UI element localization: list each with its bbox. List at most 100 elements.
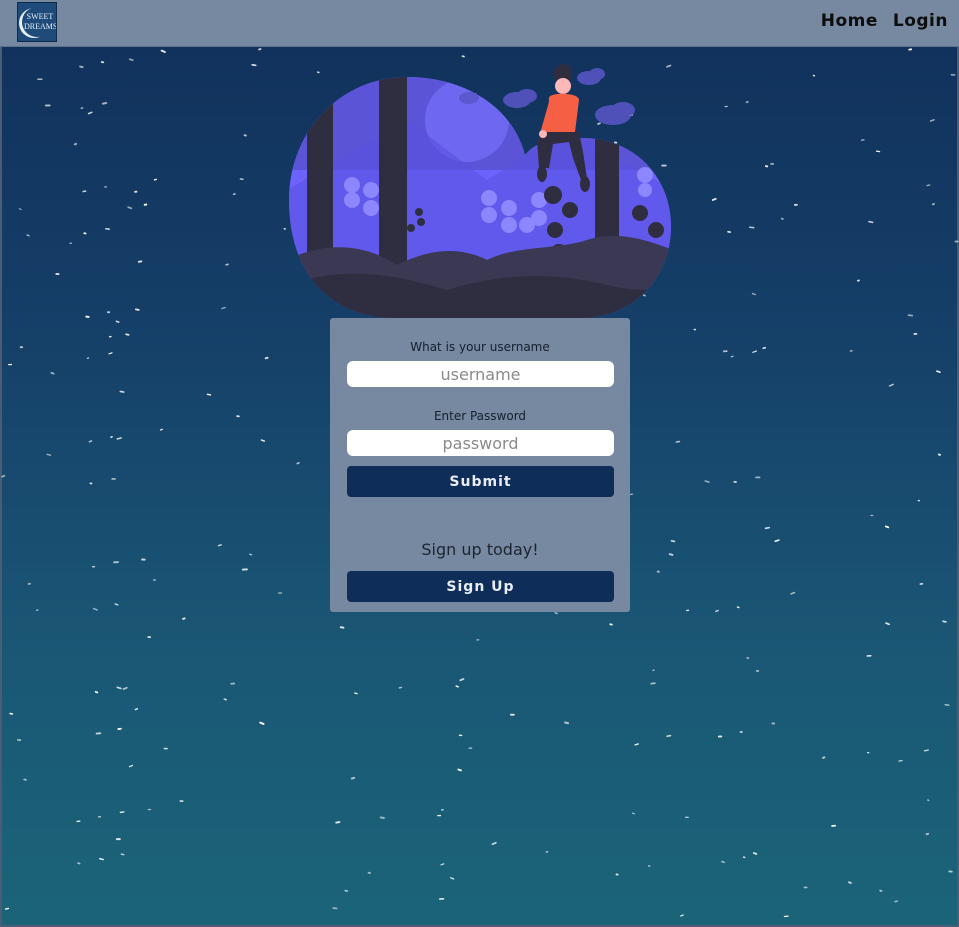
signup-button[interactable]: Sign Up [347,571,614,602]
star [868,220,874,224]
logo-text-line2: DREAMS [24,22,57,31]
navbar: SWEET DREAMS Home Login [0,0,959,47]
star [459,678,465,682]
star [450,877,455,880]
star [108,352,113,355]
star [564,721,570,725]
star [885,622,890,626]
star [98,857,104,861]
star [296,462,300,465]
star [764,526,770,530]
star [491,841,497,846]
star [350,776,356,780]
star [379,816,385,819]
star [936,370,941,373]
star [217,544,222,547]
star [704,480,710,483]
star [455,685,459,688]
star [335,821,341,824]
username-label: What is your username [410,340,550,354]
star [206,393,212,396]
star [898,759,903,762]
star [87,111,93,115]
star [668,553,674,556]
star [752,350,758,353]
nav-home-link[interactable]: Home [821,11,878,31]
login-card: What is your username Enter Password Sub… [330,318,630,612]
star [73,142,78,146]
star [942,620,947,623]
star [88,440,93,443]
star [221,306,226,310]
star [884,525,890,529]
star [160,49,166,53]
star [259,721,265,725]
star [50,371,55,375]
star [119,811,125,814]
star [119,390,125,393]
logo-text: SWEET DREAMS [24,12,56,32]
star [715,609,719,613]
star [125,333,130,336]
star [260,439,266,442]
star [848,881,852,884]
star [264,356,269,360]
logo-text-line1: SWEET [26,12,54,21]
star [554,612,558,615]
star [774,539,780,543]
star [790,591,796,595]
star [680,914,684,917]
star [888,383,894,387]
star [944,704,950,706]
submit-button[interactable]: Submit [347,466,614,497]
star [670,540,676,543]
star [931,202,935,206]
username-input[interactable] [347,361,614,387]
star [753,852,758,855]
nav-login-link[interactable]: Login [893,11,948,31]
star [730,355,734,358]
star [127,206,133,210]
star [339,626,345,629]
star [923,749,929,752]
star [223,698,228,701]
star [101,102,108,105]
star [122,686,128,690]
star [26,234,30,237]
star [159,428,163,431]
star [116,437,122,440]
star [116,686,122,690]
star [711,197,717,201]
star [249,553,253,556]
nav-links: Home Login [821,11,948,31]
star [114,603,119,606]
star [634,743,639,746]
star [666,734,672,738]
password-label: Enter Password [433,409,527,423]
star [736,606,740,609]
star [18,208,22,211]
star [92,607,98,611]
password-input[interactable] [347,430,614,456]
night-forest-girl-illustration [289,64,672,318]
star [929,119,935,122]
star [94,690,99,694]
moon-logo-icon[interactable]: SWEET DREAMS [17,2,57,42]
star [251,63,257,67]
star [77,862,81,865]
star [134,708,139,711]
star [182,617,186,620]
star [1,474,6,478]
star [115,320,120,323]
star [457,768,462,772]
star [46,453,52,456]
star [894,900,898,903]
star [354,692,358,695]
star [751,292,756,296]
star [721,860,725,864]
star [120,853,125,856]
star [4,907,10,910]
star [128,764,134,768]
star [79,65,84,69]
star [128,58,134,62]
